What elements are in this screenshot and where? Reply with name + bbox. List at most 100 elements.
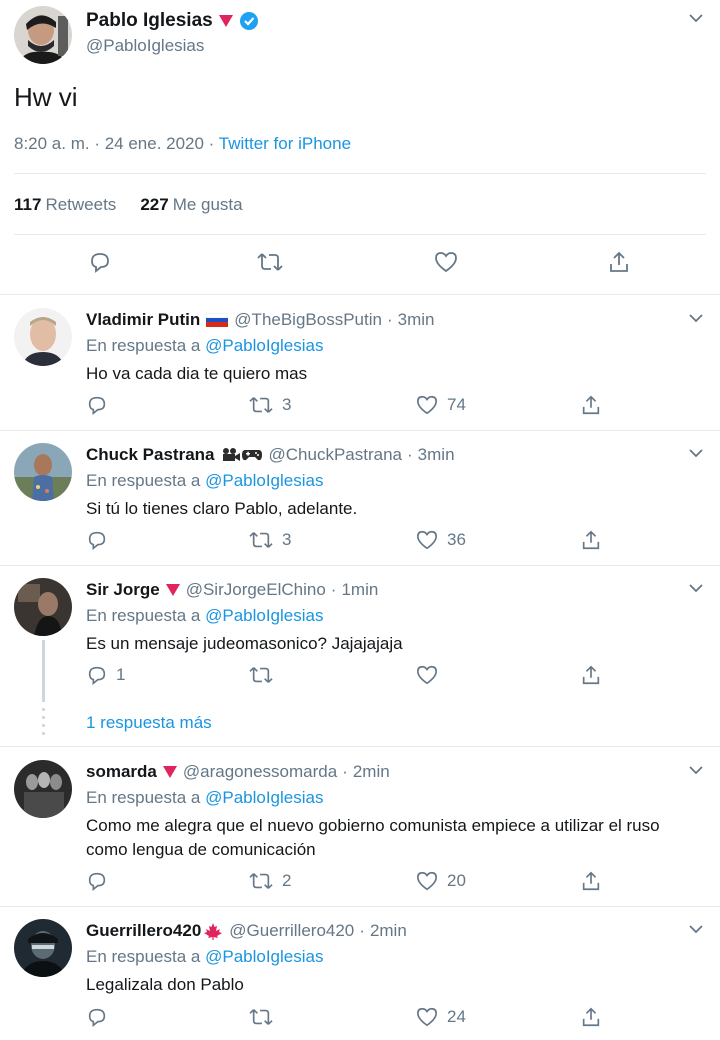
reply-actions: 3 74 xyxy=(0,394,720,418)
reply-button[interactable] xyxy=(86,870,116,892)
author-name[interactable]: Sir Jorge xyxy=(86,580,160,600)
reply-icon[interactable] xyxy=(88,250,112,274)
mention-link[interactable]: @PabloIglesias xyxy=(205,788,323,807)
author-name[interactable]: Guerrillero420 xyxy=(86,921,201,941)
retweet-button[interactable]: 3 xyxy=(248,394,291,416)
author-name[interactable]: Pablo Iglesias xyxy=(86,10,213,32)
tweet-source-link[interactable]: Twitter for iPhone xyxy=(219,134,351,153)
author-handle[interactable]: @PabloIglesias xyxy=(86,36,204,56)
retweet-button[interactable] xyxy=(248,1006,282,1028)
like-count: 74 xyxy=(447,395,466,414)
share-button[interactable] xyxy=(580,1006,602,1028)
share-icon xyxy=(580,870,602,892)
heart-icon[interactable] xyxy=(433,250,459,274)
author-handle[interactable]: @ChuckPastrana xyxy=(269,445,403,465)
timestamp[interactable]: 3min xyxy=(398,310,435,330)
in-reply-to: En respuesta a @PabloIglesias xyxy=(86,336,323,356)
reply-tweet[interactable]: somarda @aragonessomarda · 2min En respu… xyxy=(0,748,720,906)
chevron-down-icon[interactable] xyxy=(688,764,704,776)
divider xyxy=(0,294,720,295)
avatar[interactable] xyxy=(14,6,72,64)
share-button[interactable] xyxy=(580,870,602,892)
red-triangle-icon xyxy=(162,766,177,778)
like-button[interactable]: 74 xyxy=(415,394,466,416)
reply-tweet[interactable]: Chuck Pastrana @ChuckPastrana · 3min En … xyxy=(0,431,720,565)
reply-actions: 3 36 xyxy=(0,529,720,553)
reply-text: Legalizala don Pablo xyxy=(86,975,244,994)
reply-tweet[interactable]: Vladimir Putin @TheBigBossPutin · 3min E… xyxy=(0,296,720,430)
mention-link[interactable]: @PabloIglesias xyxy=(205,947,323,966)
retweets-stat[interactable]: 117 Retweets xyxy=(14,195,116,215)
in-reply-to: En respuesta a @PabloIglesias xyxy=(86,788,323,808)
like-count: 24 xyxy=(447,1007,466,1026)
timestamp[interactable]: 2min xyxy=(353,762,390,782)
retweet-button[interactable] xyxy=(248,664,282,686)
chevron-down-icon[interactable] xyxy=(688,582,704,594)
like-button[interactable] xyxy=(415,664,447,686)
like-button[interactable]: 24 xyxy=(415,1006,466,1028)
in-reply-to: En respuesta a @PabloIglesias xyxy=(86,471,323,491)
retweet-count: 3 xyxy=(282,395,292,414)
share-button[interactable] xyxy=(580,394,602,416)
avatar[interactable] xyxy=(14,578,72,636)
author-handle[interactable]: @TheBigBossPutin xyxy=(234,310,382,330)
retweet-icon xyxy=(248,870,274,892)
author-handle[interactable]: @SirJorgeElChino xyxy=(186,580,326,600)
timestamp[interactable]: 2min xyxy=(370,921,407,941)
reply-button[interactable] xyxy=(86,394,116,416)
reply-icon xyxy=(86,394,108,416)
author-handle[interactable]: @aragonessomarda xyxy=(183,762,337,782)
reply-icon xyxy=(86,664,108,686)
reply-icon xyxy=(86,529,108,551)
share-icon[interactable] xyxy=(607,250,631,274)
chevron-down-icon[interactable] xyxy=(688,447,704,459)
mention-link[interactable]: @PabloIglesias xyxy=(205,336,323,355)
divider xyxy=(0,746,720,747)
separator: · xyxy=(342,762,348,781)
heart-icon xyxy=(415,394,439,416)
reply-text: Como me alegra que el nuevo gobierno com… xyxy=(86,816,660,859)
reply-tweet[interactable]: Sir Jorge @SirJorgeElChino · 1min En res… xyxy=(0,566,720,746)
heart-icon xyxy=(415,870,439,892)
avatar[interactable] xyxy=(14,760,72,818)
reply-button[interactable]: 1 xyxy=(86,664,125,686)
author-name[interactable]: Chuck Pastrana xyxy=(86,445,215,465)
like-button[interactable]: 20 xyxy=(415,870,466,892)
gamepad-icon xyxy=(241,447,263,463)
author-name[interactable]: somarda xyxy=(86,762,157,782)
separator: · xyxy=(386,310,393,329)
chevron-down-icon[interactable] xyxy=(688,12,704,24)
mention-link[interactable]: @PabloIglesias xyxy=(205,606,323,625)
reply-button[interactable] xyxy=(86,1006,116,1028)
timestamp[interactable]: 3min xyxy=(418,445,455,465)
retweet-icon[interactable] xyxy=(256,250,284,274)
chevron-down-icon[interactable] xyxy=(688,312,704,324)
verified-badge-icon xyxy=(239,11,259,31)
retweet-button[interactable]: 3 xyxy=(248,529,291,551)
show-more-replies-link[interactable]: 1 respuesta más xyxy=(86,713,212,733)
likes-stat[interactable]: 227 Me gusta xyxy=(140,195,242,215)
share-button[interactable] xyxy=(580,529,602,551)
retweet-button[interactable]: 2 xyxy=(248,870,291,892)
like-button[interactable]: 36 xyxy=(415,529,466,551)
avatar[interactable] xyxy=(14,919,72,977)
heart-icon xyxy=(415,664,439,686)
timestamp[interactable]: 1min xyxy=(341,580,378,600)
author-handle[interactable]: @Guerrillero420 xyxy=(229,921,354,941)
reply-button[interactable] xyxy=(86,529,116,551)
reply-icon xyxy=(86,870,108,892)
mention-link[interactable]: @PabloIglesias xyxy=(205,471,323,490)
share-button[interactable] xyxy=(580,664,602,686)
retweet-icon xyxy=(248,529,274,551)
reply-count: 1 xyxy=(116,665,126,684)
separator: · xyxy=(359,921,365,940)
avatar[interactable] xyxy=(14,443,72,501)
chevron-down-icon[interactable] xyxy=(688,923,704,935)
in-reply-to-label: En respuesta a xyxy=(86,947,201,966)
timestamp[interactable]: 8:20 a. m. · 24 ene. 2020 · xyxy=(14,134,219,153)
likes-count: 227 xyxy=(140,195,169,214)
reply-tweet[interactable]: Guerrillero420 @Guerrillero420 · 2min En… xyxy=(0,907,720,1040)
author-name[interactable]: Vladimir Putin xyxy=(86,310,200,330)
share-icon xyxy=(580,529,602,551)
avatar[interactable] xyxy=(14,308,72,366)
